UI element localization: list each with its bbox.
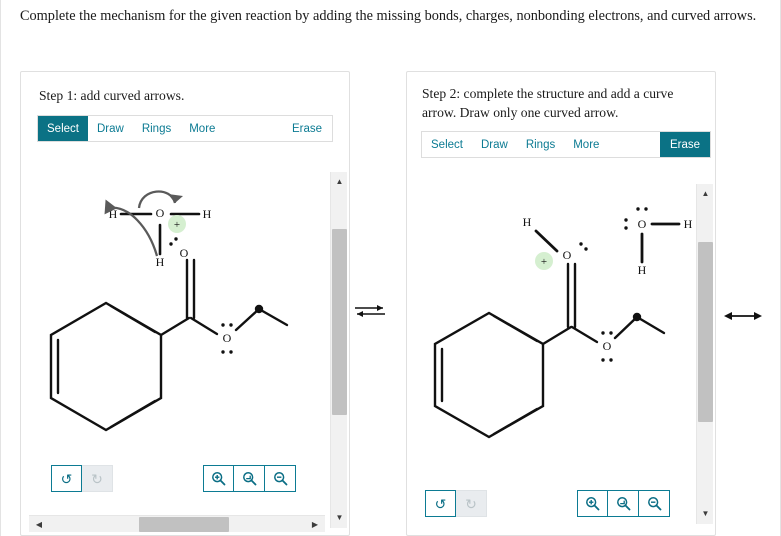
- tool-more-step1[interactable]: More: [180, 116, 224, 141]
- step2-drawing-canvas[interactable]: O H + O O H H: [417, 184, 697, 534]
- scroll-down-icon-step1[interactable]: ▼: [331, 510, 348, 526]
- step1-panel: Step 1: add curved arrows. Select Draw R…: [20, 71, 350, 536]
- question-prompt: Complete the mechanism for the given rea…: [20, 8, 757, 24]
- atom-label-carbonyl-o-step1: O: [180, 246, 189, 260]
- atom-label-h-water-bottom-step2: H: [638, 263, 647, 277]
- water-bonds-step2: [640, 222, 681, 264]
- lone-pair-carbonyl-o-step1: [169, 237, 178, 246]
- step2-zoom-buttons: [577, 490, 670, 517]
- stereo-vertex-dot: [254, 304, 264, 314]
- step1-horizontal-scrollbar[interactable]: ◀ ▶: [29, 515, 325, 532]
- zoom-out-button-step2[interactable]: [639, 490, 670, 517]
- zoom-in-button-step1[interactable]: [203, 465, 234, 492]
- zoom-out-icon: [647, 497, 661, 511]
- atom-label-hydronium-o-step1: O: [156, 206, 165, 220]
- undo-button-step1[interactable]: ↺: [51, 465, 82, 492]
- tool-erase-step1[interactable]: Erase: [282, 116, 332, 141]
- step2-vertical-scrollbar[interactable]: ▲ ▼: [696, 184, 713, 524]
- tool-more-step2[interactable]: More: [564, 132, 608, 157]
- toolbar-spacer-step2: [608, 132, 660, 157]
- atom-label-ester-o-step1: O: [223, 331, 232, 345]
- atom-label-h-top-step2: H: [523, 215, 532, 229]
- redo-button-step1[interactable]: ↻: [82, 465, 113, 492]
- tool-draw-step2[interactable]: Draw: [472, 132, 517, 157]
- step2-toolbar: Select Draw Rings More Erase: [421, 131, 711, 158]
- scroll-down-icon-step2[interactable]: ▼: [697, 506, 714, 522]
- step1-title: Step 1: add curved arrows.: [39, 88, 185, 103]
- step2-title: Step 2: complete the structure and add a…: [422, 86, 674, 121]
- redo-button-step2[interactable]: ↻: [456, 490, 487, 517]
- atom-label-carbonyl-o-step2: O: [563, 248, 572, 262]
- equilibrium-arrow-icon: [355, 305, 385, 317]
- scroll-thumb-step2[interactable]: [698, 242, 713, 422]
- atom-label-h-right-step1: H: [203, 207, 212, 221]
- tool-select-step2[interactable]: Select: [422, 132, 472, 157]
- atom-label-water-o-step2: O: [638, 217, 647, 231]
- zoom-in-icon: [586, 497, 600, 511]
- page-root: Complete the mechanism for the given rea…: [0, 0, 781, 536]
- atom-label-ester-o-step2: O: [603, 339, 612, 353]
- undo-button-step2[interactable]: ↺: [425, 490, 456, 517]
- stereo-vertex-dot-step2: [632, 312, 642, 322]
- atom-label-h-water-right-step2: H: [684, 217, 693, 231]
- zoom-reset-icon: [616, 497, 630, 511]
- scroll-up-icon-step2[interactable]: ▲: [697, 186, 714, 202]
- scroll-up-icon-step1[interactable]: ▲: [331, 174, 348, 190]
- lone-pair-carbonyl-o-step2: [579, 242, 588, 251]
- tool-rings-step1[interactable]: Rings: [133, 116, 180, 141]
- zoom-reset-button-step2[interactable]: [608, 490, 639, 517]
- double-headed-arrow: [722, 307, 764, 330]
- step1-zoom-buttons: [203, 465, 296, 492]
- scroll-right-icon-step1[interactable]: ▶: [307, 516, 323, 533]
- tool-draw-step1[interactable]: Draw: [88, 116, 133, 141]
- atom-label-h-bottom-step1: H: [156, 255, 165, 269]
- step2-panel: Step 2: complete the structure and add a…: [406, 71, 716, 536]
- zoom-reset-icon: [242, 472, 256, 486]
- step1-history-buttons: ↺ ↻: [51, 465, 113, 492]
- double-headed-arrow-icon: [724, 312, 762, 320]
- curved-arrow-1-step1[interactable]: [104, 199, 159, 257]
- toolbar-spacer-step1: [224, 116, 282, 141]
- scroll-left-icon-step1[interactable]: ◀: [31, 516, 47, 533]
- step2-structure-svg: O H + O O H H: [433, 207, 693, 439]
- step2-history-buttons: ↺ ↻: [425, 490, 487, 517]
- charge-label-step2: +: [541, 256, 547, 268]
- tool-rings-step2[interactable]: Rings: [517, 132, 564, 157]
- hscroll-thumb-step1[interactable]: [139, 517, 229, 532]
- scroll-thumb-step1[interactable]: [332, 229, 347, 415]
- zoom-in-icon: [212, 472, 226, 486]
- zoom-in-button-step2[interactable]: [577, 490, 608, 517]
- o-h-bond-step2: [534, 229, 559, 253]
- zoom-out-button-step1[interactable]: [265, 465, 296, 492]
- zoom-out-icon: [273, 472, 287, 486]
- tool-erase-step2[interactable]: Erase: [659, 132, 710, 157]
- charge-label-step1: +: [174, 219, 180, 231]
- tool-select-step1[interactable]: Select: [38, 116, 88, 141]
- zoom-reset-button-step1[interactable]: [234, 465, 265, 492]
- step1-toolbar: Select Draw Rings More Erase: [37, 115, 333, 142]
- equilibrium-arrow: [353, 300, 387, 327]
- step1-vertical-scrollbar[interactable]: ▲ ▼: [330, 172, 347, 528]
